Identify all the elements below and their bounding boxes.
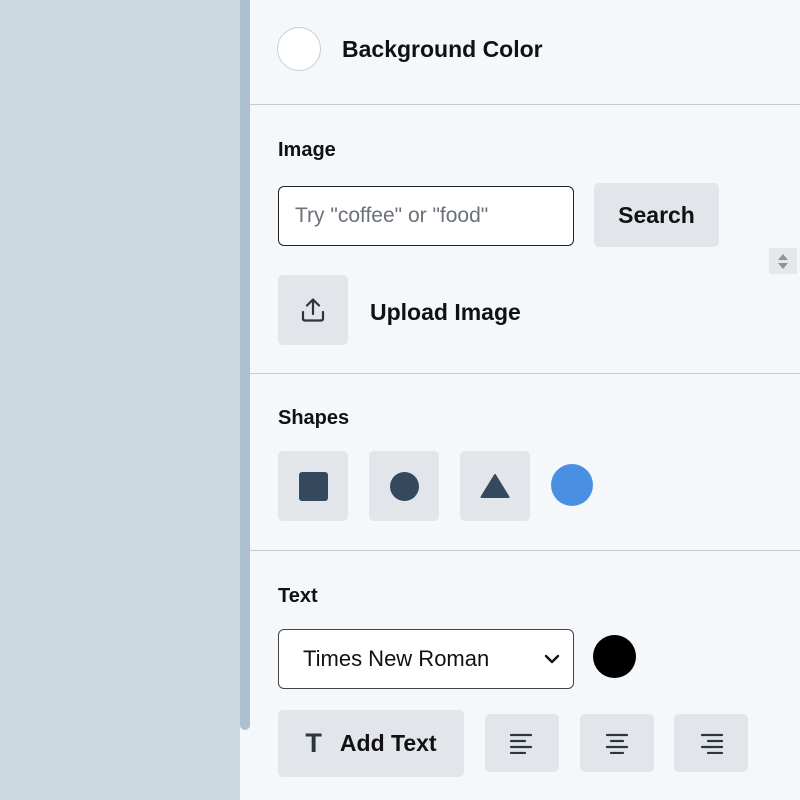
number-spinner[interactable] [769,248,797,274]
add-text-button[interactable]: T Add Text [278,710,464,777]
text-section-title: Text [278,585,318,607]
triangle-icon [480,474,510,498]
search-button[interactable]: Search [594,183,719,247]
vertical-scrollbar[interactable] [240,0,250,730]
section-divider [250,373,800,374]
add-square-button[interactable] [278,451,348,521]
section-divider [250,550,800,551]
background-color-swatch[interactable] [277,27,321,71]
shapes-section-title: Shapes [278,407,350,429]
square-icon [298,471,328,501]
image-section-title: Image [278,139,336,161]
spinner-up-icon[interactable] [778,253,788,260]
add-text-label: Add Text [339,730,437,756]
background-color-label: Background Color [342,36,543,62]
text-t-icon: T [305,728,322,758]
canvas-area[interactable] [0,0,240,800]
align-center-icon [605,733,629,754]
align-center-button[interactable] [580,714,654,772]
upload-image-label[interactable]: Upload Image [370,299,521,326]
add-triangle-button[interactable] [460,451,530,521]
align-left-button[interactable] [485,714,559,772]
section-divider [250,104,800,105]
editor-sidebar-panel: Background Color Image Search Upload Ima… [250,0,800,800]
align-right-button[interactable] [674,714,748,772]
upload-icon [301,298,325,322]
font-select-value: Times New Roman [303,646,490,671]
text-color-picker[interactable] [593,635,636,678]
chevron-down-icon [544,654,560,664]
align-right-icon [700,733,724,754]
shape-color-picker[interactable] [551,464,593,506]
font-family-select[interactable]: Times New Roman [278,629,574,689]
circle-icon [389,471,419,501]
add-circle-button[interactable] [369,451,439,521]
align-left-icon [509,733,533,754]
spinner-down-icon[interactable] [778,262,788,269]
upload-image-button[interactable] [278,275,348,345]
image-search-input[interactable] [278,186,574,246]
